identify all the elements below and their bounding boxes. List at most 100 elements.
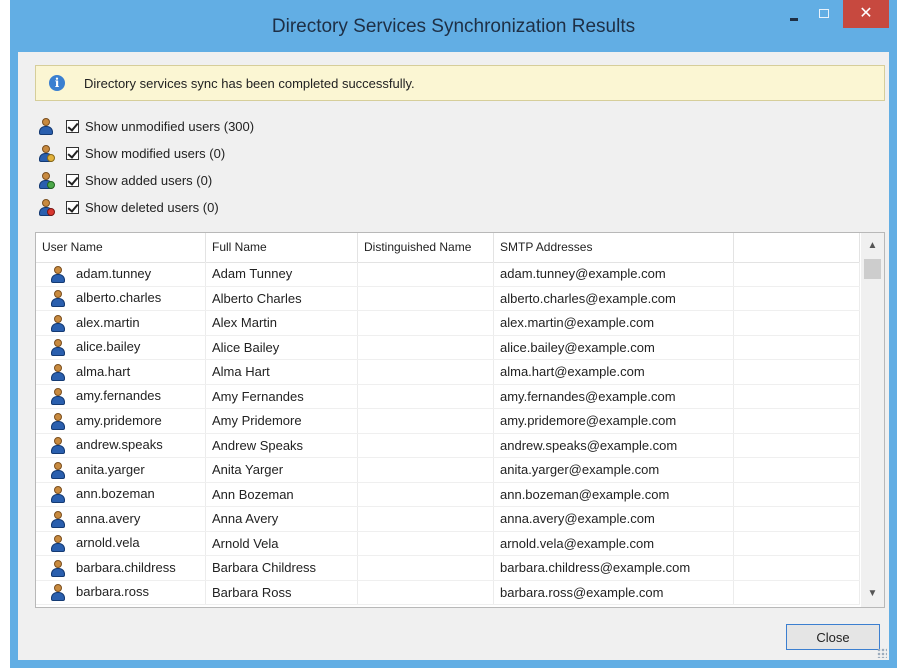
user-icon [50, 289, 66, 308]
show-modified-users-checkbox[interactable] [66, 146, 79, 160]
show-added-users-checkbox[interactable] [66, 173, 79, 187]
show-added-users-label[interactable]: Show added users (0) [85, 173, 212, 188]
full-name-cell: Anita Yarger [206, 458, 358, 482]
filler-cell [734, 531, 860, 555]
user-name-cell: alice.bailey [36, 335, 206, 359]
column-header-full-name[interactable]: Full Name [206, 233, 358, 262]
filler-cell [734, 311, 860, 335]
user-name-text: alma.hart [76, 363, 131, 379]
filler-cell [734, 458, 860, 482]
distinguished-name-cell [358, 360, 494, 384]
user-icon [50, 583, 66, 602]
distinguished-name-cell [358, 556, 494, 580]
show-deleted-users-checkbox[interactable] [66, 200, 79, 214]
full-name-cell: Alice Bailey [206, 335, 358, 359]
user-icon [50, 412, 66, 430]
filter-added-users: Show added users (0) [38, 169, 212, 191]
distinguished-name-cell [358, 286, 494, 310]
distinguished-name-cell [358, 507, 494, 531]
scroll-down-icon[interactable]: ▼ [861, 585, 884, 603]
table-row[interactable]: anna.avery Anna Avery anna.avery@example.c… [36, 507, 860, 532]
user-icon [50, 485, 66, 504]
full-name-cell: Alberto Charles [206, 286, 358, 310]
scroll-up-icon[interactable]: ▲ [861, 237, 884, 255]
full-name-cell: Alma Hart [206, 360, 358, 384]
full-name-cell: Ann Bozeman [206, 482, 358, 506]
smtp-address-cell: andrew.speaks@example.com [494, 433, 734, 457]
table-row[interactable]: arnold.vela Arnold Vela arnold.vela@exampl… [36, 531, 860, 556]
filler-cell [734, 507, 860, 531]
table-row[interactable]: alma.hart Alma Hart alma.hart@example.com [36, 360, 860, 385]
user-deleted-icon [38, 198, 55, 216]
filter-modified-users: Show modified users (0) [38, 142, 225, 164]
maximize-button[interactable] [810, 0, 840, 28]
column-header-user-name[interactable]: User Name [36, 233, 206, 262]
user-icon [50, 436, 66, 455]
table-row[interactable]: amy.fernandes Amy Fernandes amy.fernandes@… [36, 384, 860, 409]
user-icon [50, 363, 66, 381]
table-row[interactable]: alberto.charles Alberto Charles alberto.ch… [36, 286, 860, 311]
distinguished-name-cell [358, 262, 494, 286]
info-message: Directory services sync has been complet… [84, 76, 415, 91]
column-header-distinguished-name[interactable]: Distinguished Name [358, 233, 494, 262]
filter-unmodified-users: Show unmodified users (300) [38, 115, 254, 137]
smtp-address-cell: alma.hart@example.com [494, 360, 734, 384]
table-row[interactable]: anita.yarger Anita Yarger anita.yarger@exa… [36, 458, 860, 483]
table-row[interactable]: amy.pridemore Amy Pridemore amy.pridemore@… [36, 409, 860, 434]
distinguished-name-cell [358, 311, 494, 335]
show-unmodified-users-label[interactable]: Show unmodified users (300) [85, 119, 254, 134]
title-bar[interactable]: Directory Services Synchronization Resul… [10, 0, 897, 52]
table-row[interactable]: adam.tunney Adam Tunney adam.tunney@exampl… [36, 262, 860, 287]
show-modified-users-label[interactable]: Show modified users (0) [85, 146, 225, 161]
vertical-scrollbar[interactable]: ▲ ▼ [861, 233, 884, 607]
user-name-text: adam.tunney [76, 265, 152, 281]
scroll-thumb[interactable] [864, 259, 881, 279]
smtp-address-cell: adam.tunney@example.com [494, 262, 734, 286]
user-name-cell: barbara.ross [36, 580, 206, 604]
user-name-cell: anna.avery [36, 507, 206, 531]
table-row[interactable]: alice.bailey Alice Bailey alice.bailey@exa… [36, 335, 860, 360]
close-icon: ✕ [859, 5, 873, 22]
full-name-cell: Adam Tunney [206, 262, 358, 286]
resize-grip[interactable] [877, 648, 887, 658]
minimize-button[interactable] [778, 0, 808, 28]
distinguished-name-cell [358, 458, 494, 482]
table-row[interactable]: alex.martin Alex Martin alex.martin@exampl… [36, 311, 860, 336]
users-grid[interactable]: User Name Full Name Distinguished Name S… [35, 232, 885, 608]
table-row[interactable]: barbara.ross Barbara Ross barbara.ross@exa… [36, 580, 860, 605]
full-name-cell: Amy Pridemore [206, 409, 358, 433]
column-header-smtp-addresses[interactable]: SMTP Addresses [494, 233, 734, 262]
user-name-cell: barbara.childress [36, 556, 206, 580]
table-row[interactable]: barbara.childress Barbara Childress barbar… [36, 556, 860, 581]
window-title: Directory Services Synchronization Resul… [271, 16, 636, 37]
user-name-text: andrew.speaks [76, 437, 163, 453]
full-name-cell: Andrew Speaks [206, 433, 358, 457]
user-icon [50, 559, 66, 577]
user-name-text: ann.bozeman [76, 486, 155, 502]
user-name-text: alberto.charles [76, 290, 162, 306]
table-row[interactable]: andrew.speaks Andrew Speaks andrew.speaks@… [36, 433, 860, 458]
show-deleted-users-label[interactable]: Show deleted users (0) [85, 200, 219, 215]
dialog-window: Directory Services Synchronization Resul… [10, 0, 897, 668]
user-name-cell: adam.tunney [36, 262, 206, 286]
smtp-address-cell: alice.bailey@example.com [494, 335, 734, 359]
close-button[interactable]: Close [786, 624, 880, 650]
table-row[interactable]: ann.bozeman Ann Bozeman ann.bozeman@exampl… [36, 482, 860, 507]
user-icon [50, 387, 66, 406]
full-name-cell: Amy Fernandes [206, 384, 358, 408]
dialog-content: i Directory services sync has been compl… [18, 52, 889, 660]
user-name-cell: amy.pridemore [36, 409, 206, 433]
window-close-button[interactable]: ✕ [843, 0, 889, 28]
smtp-address-cell: alberto.charles@example.com [494, 286, 734, 310]
user-name-text: anita.yarger [76, 461, 145, 477]
smtp-address-cell: amy.pridemore@example.com [494, 409, 734, 433]
user-icon [50, 314, 66, 332]
smtp-address-cell: arnold.vela@example.com [494, 531, 734, 555]
user-name-text: alex.martin [76, 314, 140, 330]
distinguished-name-cell [358, 482, 494, 506]
filler-cell [734, 262, 860, 286]
user-icon [50, 534, 66, 553]
distinguished-name-cell [358, 531, 494, 555]
user-icon [50, 338, 66, 357]
show-unmodified-users-checkbox[interactable] [66, 119, 79, 133]
